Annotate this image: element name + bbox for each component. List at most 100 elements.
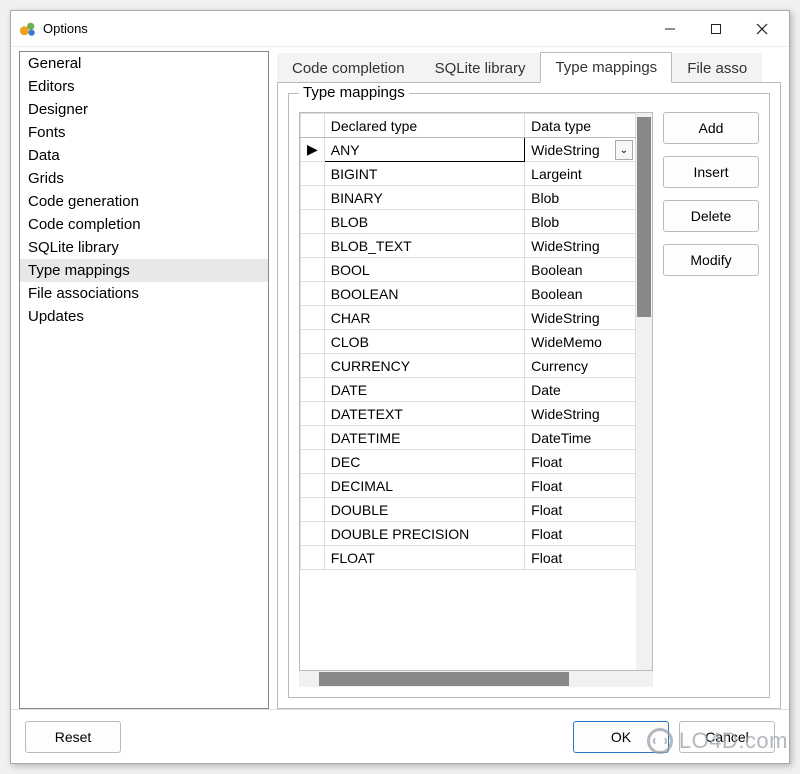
- scrollbar-thumb[interactable]: [637, 117, 651, 317]
- modify-button[interactable]: Modify: [663, 244, 759, 276]
- sidebar-item[interactable]: Fonts: [20, 121, 268, 144]
- dialog-button-bar: Reset OK Cancel: [11, 709, 789, 763]
- cell-data-type[interactable]: WideString⌄: [525, 138, 636, 162]
- cell-declared-type[interactable]: DEC: [324, 450, 524, 474]
- cell-declared-type[interactable]: CURRENCY: [324, 354, 524, 378]
- horizontal-scrollbar[interactable]: [299, 671, 653, 687]
- cell-declared-type[interactable]: CLOB: [324, 330, 524, 354]
- cell-declared-type[interactable]: BIGINT: [324, 162, 524, 186]
- type-mappings-group: Type mappings Declared typeData type▶ANY…: [288, 93, 770, 698]
- cell-data-type[interactable]: Boolean: [525, 282, 636, 306]
- cell-data-type[interactable]: Largeint: [525, 162, 636, 186]
- cell-data-type[interactable]: WideString: [525, 306, 636, 330]
- app-icon: [19, 20, 37, 38]
- tab[interactable]: SQLite library: [420, 53, 541, 83]
- row-indicator: [301, 546, 325, 570]
- add-button[interactable]: Add: [663, 112, 759, 144]
- sidebar-item[interactable]: Code generation: [20, 190, 268, 213]
- table-row[interactable]: BIGINTLargeint: [301, 162, 636, 186]
- cell-data-type[interactable]: Float: [525, 474, 636, 498]
- delete-button[interactable]: Delete: [663, 200, 759, 232]
- cell-declared-type[interactable]: DATE: [324, 378, 524, 402]
- sidebar-item[interactable]: SQLite library: [20, 236, 268, 259]
- cell-declared-type[interactable]: FLOAT: [324, 546, 524, 570]
- cell-declared-type[interactable]: DOUBLE PRECISION: [324, 522, 524, 546]
- cell-data-type[interactable]: Float: [525, 498, 636, 522]
- row-indicator: ▶: [301, 138, 325, 162]
- table-row[interactable]: CURRENCYCurrency: [301, 354, 636, 378]
- row-indicator: [301, 234, 325, 258]
- cell-declared-type[interactable]: BOOLEAN: [324, 282, 524, 306]
- cell-data-type[interactable]: WideString: [525, 402, 636, 426]
- table-row[interactable]: DATETIMEDateTime: [301, 426, 636, 450]
- cell-data-type[interactable]: WideString: [525, 234, 636, 258]
- cell-data-type[interactable]: Blob: [525, 210, 636, 234]
- cell-declared-type[interactable]: BOOL: [324, 258, 524, 282]
- cell-data-type[interactable]: DateTime: [525, 426, 636, 450]
- table-row[interactable]: DECIMALFloat: [301, 474, 636, 498]
- sidebar-item[interactable]: File associations: [20, 282, 268, 305]
- sidebar-item[interactable]: Type mappings: [20, 259, 268, 282]
- cell-data-type[interactable]: Blob: [525, 186, 636, 210]
- tab[interactable]: Type mappings: [540, 52, 672, 83]
- table-row[interactable]: CLOBWideMemo: [301, 330, 636, 354]
- table-row[interactable]: BLOB_TEXTWideString: [301, 234, 636, 258]
- table-row[interactable]: ▶ANYWideString⌄: [301, 138, 636, 162]
- cell-declared-type[interactable]: DATETIME: [324, 426, 524, 450]
- table-row[interactable]: CHARWideString: [301, 306, 636, 330]
- table-row[interactable]: DOUBLE PRECISIONFloat: [301, 522, 636, 546]
- sidebar-item[interactable]: Updates: [20, 305, 268, 328]
- window-title: Options: [43, 21, 647, 36]
- cell-declared-type[interactable]: BINARY: [324, 186, 524, 210]
- table-row[interactable]: DECFloat: [301, 450, 636, 474]
- cell-data-type[interactable]: WideMemo: [525, 330, 636, 354]
- vertical-scrollbar[interactable]: [636, 113, 652, 670]
- category-sidebar[interactable]: GeneralEditorsDesignerFontsDataGridsCode…: [19, 51, 269, 709]
- dropdown-arrow-icon[interactable]: ⌄: [615, 140, 633, 160]
- table-row[interactable]: BOOLBoolean: [301, 258, 636, 282]
- close-button[interactable]: [739, 14, 785, 44]
- table-row[interactable]: FLOATFloat: [301, 546, 636, 570]
- cell-declared-type[interactable]: DOUBLE: [324, 498, 524, 522]
- table-row[interactable]: BLOBBlob: [301, 210, 636, 234]
- type-mappings-grid[interactable]: Declared typeData type▶ANYWideString⌄BIG…: [299, 112, 653, 671]
- insert-button[interactable]: Insert: [663, 156, 759, 188]
- cell-data-type[interactable]: Currency: [525, 354, 636, 378]
- cell-data-type[interactable]: Date: [525, 378, 636, 402]
- column-header[interactable]: Declared type: [324, 114, 524, 138]
- row-indicator: [301, 186, 325, 210]
- sidebar-item[interactable]: Code completion: [20, 213, 268, 236]
- cell-declared-type[interactable]: ANY: [324, 138, 524, 162]
- minimize-button[interactable]: [647, 14, 693, 44]
- cell-declared-type[interactable]: BLOB: [324, 210, 524, 234]
- reset-button[interactable]: Reset: [25, 721, 121, 753]
- tab[interactable]: Code completion: [277, 53, 420, 83]
- group-title: Type mappings: [299, 84, 409, 101]
- row-indicator: [301, 378, 325, 402]
- cancel-button[interactable]: Cancel: [679, 721, 775, 753]
- cell-data-type[interactable]: Float: [525, 546, 636, 570]
- cell-declared-type[interactable]: DATETEXT: [324, 402, 524, 426]
- sidebar-item[interactable]: Editors: [20, 75, 268, 98]
- ok-button[interactable]: OK: [573, 721, 669, 753]
- table-row[interactable]: BINARYBlob: [301, 186, 636, 210]
- cell-declared-type[interactable]: BLOB_TEXT: [324, 234, 524, 258]
- scrollbar-thumb[interactable]: [319, 672, 569, 686]
- cell-data-type[interactable]: Float: [525, 450, 636, 474]
- row-indicator: [301, 210, 325, 234]
- table-row[interactable]: DATEDate: [301, 378, 636, 402]
- tab[interactable]: File asso: [672, 53, 762, 83]
- cell-data-type[interactable]: Float: [525, 522, 636, 546]
- cell-data-type[interactable]: Boolean: [525, 258, 636, 282]
- sidebar-item[interactable]: Grids: [20, 167, 268, 190]
- table-row[interactable]: DOUBLEFloat: [301, 498, 636, 522]
- table-row[interactable]: BOOLEANBoolean: [301, 282, 636, 306]
- cell-declared-type[interactable]: DECIMAL: [324, 474, 524, 498]
- column-header[interactable]: Data type: [525, 114, 636, 138]
- table-row[interactable]: DATETEXTWideString: [301, 402, 636, 426]
- sidebar-item[interactable]: Designer: [20, 98, 268, 121]
- sidebar-item[interactable]: General: [20, 52, 268, 75]
- sidebar-item[interactable]: Data: [20, 144, 268, 167]
- cell-declared-type[interactable]: CHAR: [324, 306, 524, 330]
- maximize-button[interactable]: [693, 14, 739, 44]
